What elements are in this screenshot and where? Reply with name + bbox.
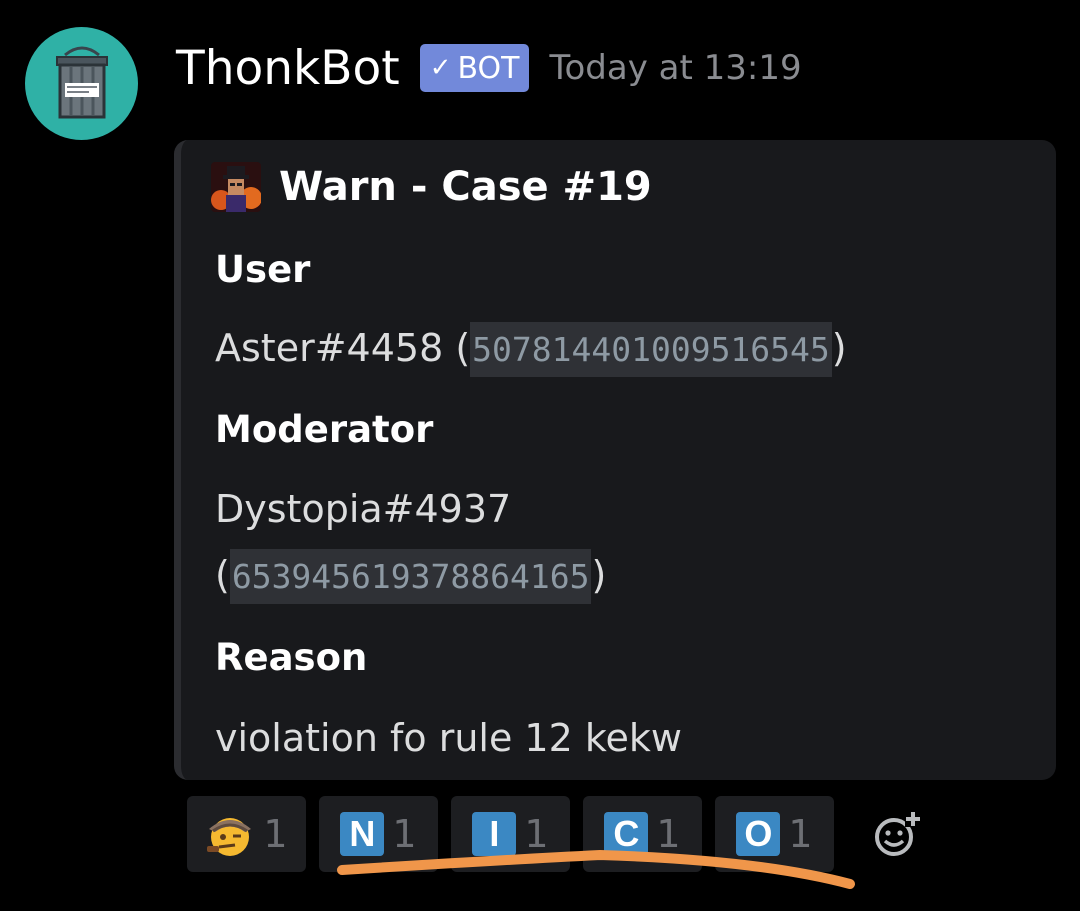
reaction-detective[interactable]: 1 <box>187 796 306 872</box>
reaction-letter-i[interactable]: I 1 <box>451 796 570 872</box>
reaction-count: 1 <box>788 812 813 856</box>
regional-indicator-i-icon: I <box>472 812 517 856</box>
field-name-moderator: Moderator <box>215 408 434 451</box>
regional-indicator-c-icon: C <box>604 812 649 856</box>
field-value-user: Aster#4458 (507814401009516545) <box>215 315 847 383</box>
reaction-count: 1 <box>656 812 681 856</box>
reaction-count: 1 <box>524 812 549 856</box>
moderation-embed: Warn - Case #19 User Aster#4458 (5078144… <box>174 140 1056 780</box>
user-tag: Aster#4458 <box>215 326 444 370</box>
reaction-count: 1 <box>392 812 417 856</box>
bot-badge-label: BOT <box>457 50 520 86</box>
reaction-letter-o[interactable]: O 1 <box>715 796 834 872</box>
field-name-reason: Reason <box>215 636 368 679</box>
bucket-icon <box>55 46 108 118</box>
moderator-avatar-icon <box>211 162 261 212</box>
reaction-letter-n[interactable]: N 1 <box>319 796 438 872</box>
embed-title: Warn - Case #19 <box>279 164 652 210</box>
regional-indicator-o-icon: O <box>736 812 781 856</box>
detective-face-icon <box>207 818 252 856</box>
reaction-letter-c[interactable]: C 1 <box>583 796 702 872</box>
field-value-reason: violation fo rule 12 kekw <box>215 716 682 760</box>
author-username[interactable]: ThonkBot <box>176 41 400 96</box>
moderator-tag: Dystopia#4937 <box>215 487 512 531</box>
message-timestamp: Today at 13:19 <box>549 48 802 88</box>
user-id-code[interactable]: 507814401009516545 <box>470 322 832 377</box>
embed-author-row: Warn - Case #19 <box>211 162 652 212</box>
reactions-bar: 1 N 1 I 1 C 1 O 1 <box>187 796 922 872</box>
field-name-user: User <box>215 248 311 291</box>
add-reaction-icon[interactable] <box>872 809 922 859</box>
bot-avatar[interactable] <box>25 27 138 140</box>
reaction-count: 1 <box>263 812 288 856</box>
moderator-id-code[interactable]: 653945619378864165 <box>229 549 592 604</box>
verified-check-icon: ✓ <box>429 53 452 83</box>
bot-badge: ✓ BOT <box>419 44 530 92</box>
regional-indicator-n-icon: N <box>340 812 385 856</box>
message-header: ThonkBot ✓ BOT Today at 13:19 <box>176 36 802 100</box>
field-value-moderator: Dystopia#4937 (653945619378864165) <box>215 476 1015 610</box>
